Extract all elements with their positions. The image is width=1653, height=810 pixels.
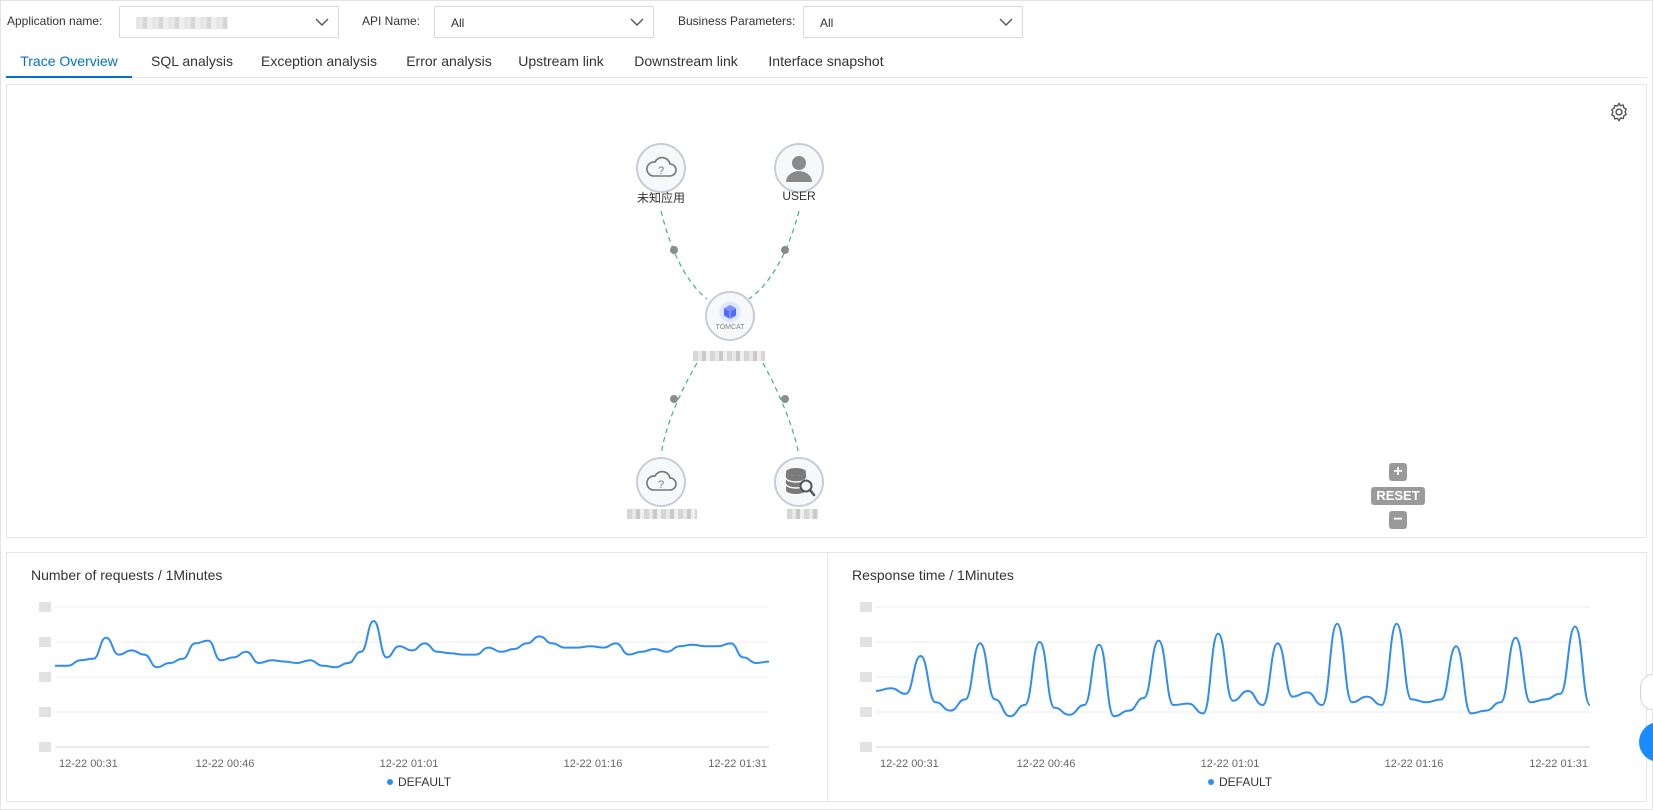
database-search-icon [785,468,816,497]
y-tick-redacted [860,742,872,752]
x-tick-label: 12-22 00:46 [1017,758,1076,770]
series-line-default [875,622,1591,718]
node-database[interactable] [774,457,824,507]
business-parameters-value: All [820,16,834,30]
zoom-out-button[interactable]: − [1389,511,1407,529]
svg-text:?: ? [658,479,664,491]
trace-topology-panel[interactable]: ? 未知应用 USER TOMCAT ? + RESET − [6,84,1647,538]
active-tab-indicator [6,76,132,78]
side-panel-tab[interactable] [1640,674,1653,710]
cloud-question-icon: ? [646,156,677,177]
zoom-in-button[interactable]: + [1389,463,1407,481]
link-dot[interactable] [781,246,789,254]
tab-downstream-link[interactable]: Downstream link [622,44,750,78]
y-tick-redacted [860,602,872,612]
tab-exception-analysis[interactable]: Exception analysis [252,44,386,78]
node-tech-label-tomcat: TOMCAT [715,324,745,331]
api-name-select[interactable]: All [434,6,654,38]
x-tick-label: 12-22 01:31 [708,758,767,770]
user-icon [786,156,812,182]
y-tick-redacted [39,742,51,752]
application-name-select[interactable] [119,6,339,38]
requests-chart-card: Number of requests / 1Minutes 12-22 00:3… [7,553,827,801]
requests-legend[interactable]: DEFAULT [387,775,451,789]
cloud-question-icon: ? [646,470,677,491]
response-line-chart[interactable]: 12-22 00:31 12-22 00:46 12-22 01:01 12-22 0… [828,553,1648,801]
node-label-tomcat-redacted [693,351,765,361]
x-tick-label: 12-22 00:31 [880,758,939,770]
response-chart-card: Response time / 1Minutes 12-22 00:31 12-2… [827,553,1647,801]
x-tick-label: 12-22 01:16 [564,758,623,770]
link-unknown-to-tomcat [660,210,708,300]
node-label-user: USER [782,189,816,203]
x-tick-label: 12-22 01:31 [1529,758,1588,770]
x-tick-label: 12-22 00:31 [59,758,118,770]
node-user[interactable] [774,143,824,193]
response-legend[interactable]: DEFAULT [1208,775,1272,789]
business-parameters-label: Business Parameters: [678,14,796,28]
y-tick-redacted [39,602,51,612]
filter-bar: Application name: API Name: All Business… [0,4,1653,38]
link-dot[interactable] [670,395,678,403]
node-unknown-app[interactable]: ? [636,143,686,193]
y-tick-redacted [39,707,51,717]
y-tick-redacted [39,637,51,647]
api-name-label: API Name: [362,14,421,28]
chevron-down-icon [315,18,329,26]
link-user-to-tomcat [748,210,800,300]
link-tomcat-to-unknown [660,362,698,456]
chevron-down-icon [999,18,1013,26]
legend-dot [387,779,393,785]
link-dot[interactable] [670,246,678,254]
node-label-unknown-app: 未知应用 [636,191,685,205]
y-tick-redacted [39,672,51,682]
link-dot[interactable] [781,395,789,403]
chevron-down-icon [630,18,644,26]
application-name-value-redacted [136,17,228,29]
node-unknown-downstream[interactable]: ? [636,457,686,507]
node-tomcat[interactable]: TOMCAT [705,291,755,341]
application-name-label: Application name: [7,14,103,28]
x-tick-label: 12-22 01:16 [1385,758,1444,770]
tab-interface-snapshot[interactable]: Interface snapshot [762,44,890,78]
tab-upstream-link[interactable]: Upstream link [511,44,611,78]
api-name-value: All [451,16,465,30]
y-tick-redacted [860,637,872,647]
reset-button[interactable]: RESET [1371,487,1425,505]
tab-error-analysis[interactable]: Error analysis [398,44,500,78]
tomcat-cube-icon [719,301,741,323]
x-tick-label: 12-22 00:46 [196,758,255,770]
link-tomcat-to-db [762,362,800,456]
requests-line-chart[interactable]: 12-22 00:31 12-22 00:46 12-22 01:01 12-22 0… [7,553,827,801]
x-tick-label: 12-22 01:01 [380,758,439,770]
y-tick-redacted [860,707,872,717]
metrics-charts: Number of requests / 1Minutes 12-22 00:3… [6,552,1647,802]
y-tick-redacted [860,672,872,682]
business-parameters-select[interactable]: All [803,6,1023,38]
legend-dot [1208,779,1214,785]
series-line-default [55,619,770,669]
node-label-unknown-downstream-redacted [627,509,697,519]
svg-text:?: ? [658,165,664,177]
x-tick-label: 12-22 01:01 [1201,758,1260,770]
node-label-database-redacted [787,509,819,519]
legend-label: DEFAULT [398,775,452,789]
analysis-tabs: Trace Overview SQL analysis Exception an… [6,44,1647,78]
tab-trace-overview[interactable]: Trace Overview [6,44,132,78]
tab-sql-analysis[interactable]: SQL analysis [144,44,240,78]
legend-label: DEFAULT [1219,775,1273,789]
